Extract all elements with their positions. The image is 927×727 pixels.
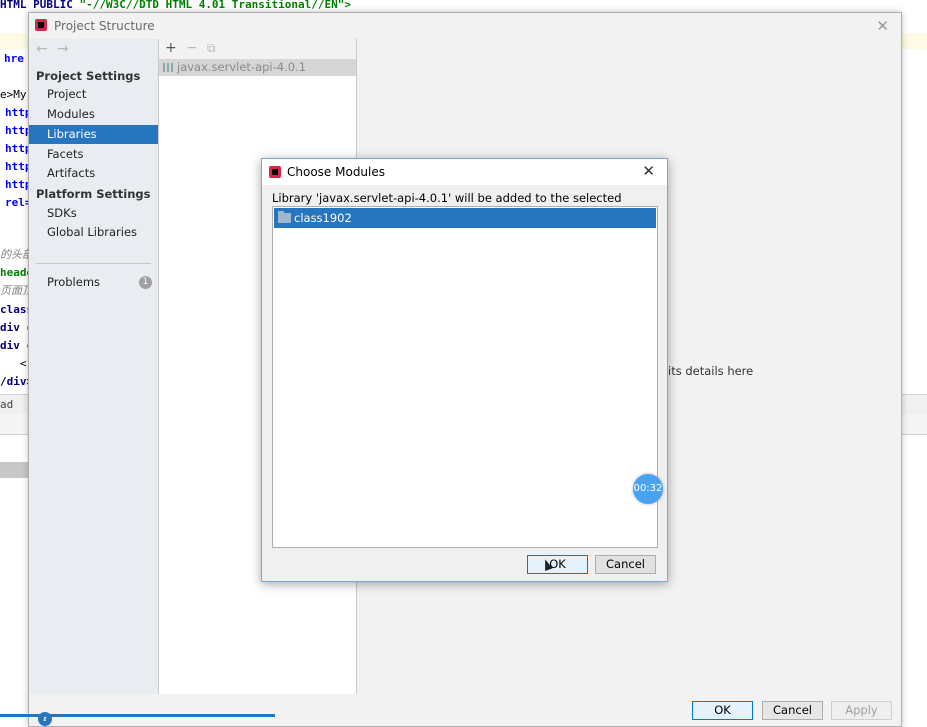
platform-settings-heading: Platform Settings (36, 187, 151, 201)
apply-button[interactable]: Apply (831, 701, 892, 720)
library-name: javax.servlet-api-4.0.1 (177, 60, 307, 74)
editor-line-text: HTML PUBLIC (0, 0, 80, 11)
sidebar-divider (36, 263, 151, 264)
detail-hint-text: its details here (668, 364, 754, 378)
copy-icon[interactable]: ⧉ (207, 41, 216, 56)
sidebar-item-sdks[interactable]: SDKs (29, 204, 158, 223)
choose-modules-dialog: Choose Modules ✕ Library 'javax.servlet-… (261, 158, 668, 582)
sidebar-item-facets[interactable]: Facets (29, 145, 158, 164)
intellij-app-icon (35, 19, 47, 31)
cancel-button[interactable]: Cancel (595, 555, 656, 574)
ok-button[interactable]: OK (527, 555, 588, 574)
sidebar-item-modules[interactable]: Modules (29, 105, 158, 124)
forward-arrow-icon[interactable]: → (57, 41, 69, 57)
editor-line-string: "-//W3C//DTD HTML 4.01 Transitional//EN"… (79, 0, 352, 11)
editor-line: HTML PUBLIC "-//W3C//DTD HTML 4.01 Trans… (0, 0, 351, 12)
intellij-app-icon (269, 166, 281, 178)
editor-tab-label: ad (0, 398, 14, 411)
settings-sidebar: ← → Project Settings Project Modules Lib… (29, 39, 159, 726)
remove-icon[interactable]: − (186, 40, 198, 56)
sidebar-item-project[interactable]: Project (29, 85, 158, 104)
problems-count-badge: 1 (139, 276, 152, 289)
recording-timer-badge: 00:32 (633, 474, 663, 504)
dialog-footer: ? OK Cancel Apply (29, 694, 901, 726)
cancel-button[interactable]: Cancel (762, 701, 823, 720)
sidebar-item-libraries[interactable]: Libraries (29, 125, 158, 144)
close-icon[interactable]: ✕ (876, 17, 889, 35)
ok-button[interactable]: OK (692, 701, 753, 720)
module-folder-icon (278, 211, 291, 223)
module-list-item[interactable]: class1902 (274, 208, 656, 228)
dialog-title-bar[interactable]: Choose Modules ✕ (262, 159, 667, 185)
background-progress-bar (0, 714, 275, 717)
dialog-title: Project Structure (54, 19, 155, 33)
library-list-item[interactable]: javax.servlet-api-4.0.1 (159, 59, 356, 76)
back-arrow-icon[interactable]: ← (36, 41, 48, 57)
add-icon[interactable]: + (165, 40, 177, 56)
modules-list[interactable]: class1902 (272, 206, 658, 548)
sidebar-item-artifacts[interactable]: Artifacts (29, 164, 158, 183)
project-settings-heading: Project Settings (36, 69, 141, 83)
dialog-title-bar[interactable]: Project Structure ✕ (29, 13, 901, 39)
editor-selection-block (0, 462, 28, 478)
editor-line: e>My (0, 88, 27, 101)
sidebar-item-problems[interactable]: Problems 1 (29, 273, 158, 292)
dialog-title: Choose Modules (287, 165, 386, 179)
problems-label: Problems (47, 275, 101, 289)
editor-line: hre (4, 52, 24, 65)
libraries-toolbar: + − ⧉ (159, 39, 356, 59)
library-icon (163, 63, 173, 72)
close-icon[interactable]: ✕ (642, 162, 655, 180)
sidebar-item-global-libraries[interactable]: Global Libraries (29, 223, 158, 242)
module-name: class1902 (294, 211, 352, 225)
